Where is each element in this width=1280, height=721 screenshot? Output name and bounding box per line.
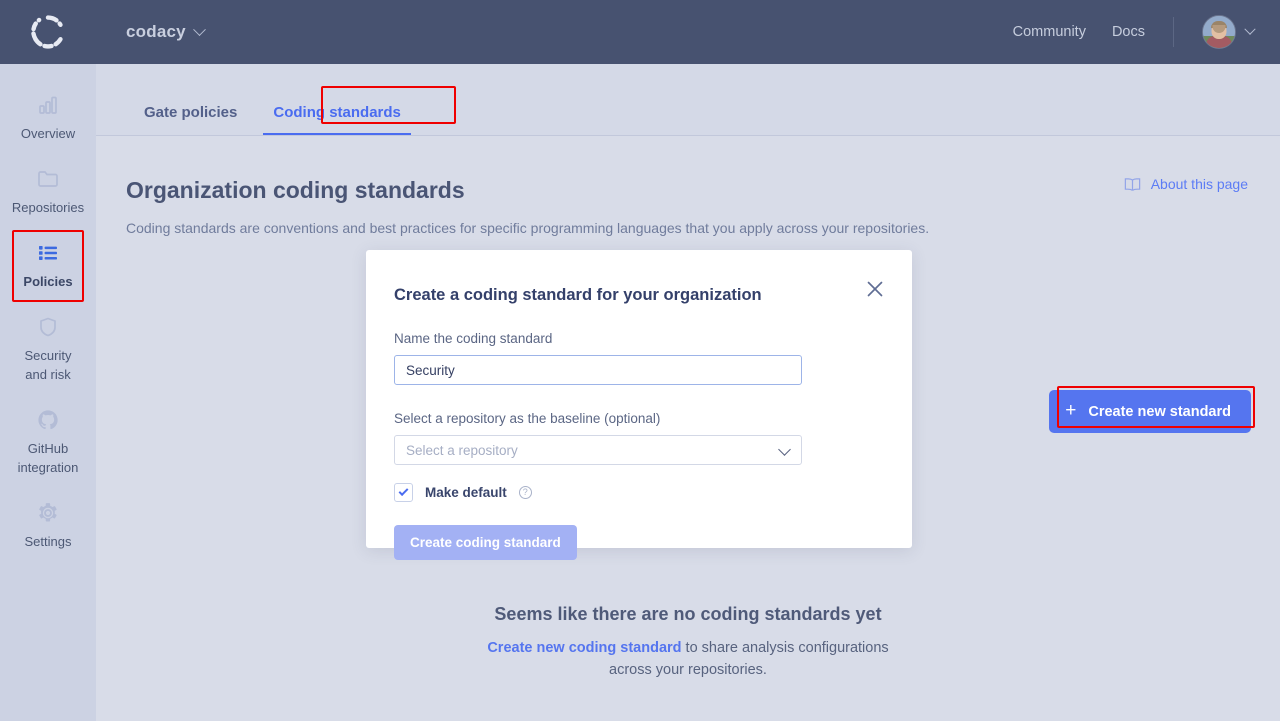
nav-divider — [1173, 17, 1174, 47]
create-new-coding-standard-link[interactable]: Create new coding standard — [487, 640, 681, 656]
sidebar-item-repositories[interactable]: Repositories — [0, 156, 96, 230]
sidebar-item-label: GitHub integration — [17, 441, 79, 475]
sidebar-item-label: Security and risk — [24, 348, 72, 382]
check-icon — [398, 486, 409, 497]
page-subtitle: Coding standards are conventions and bes… — [126, 220, 930, 236]
sidebar-item-overview[interactable]: Overview — [0, 82, 96, 156]
make-default-label: Make default — [425, 485, 507, 500]
app-root: codacy Community Docs Overview Repositor… — [0, 0, 1280, 721]
user-menu[interactable] — [1202, 15, 1256, 49]
shield-icon — [40, 317, 56, 337]
empty-state-subtitle: Create new coding standard to share anal… — [96, 637, 1280, 681]
book-icon — [1124, 177, 1140, 191]
empty-state-text-line2: across your repositories. — [609, 662, 767, 678]
help-circle-icon[interactable]: ? — [518, 486, 532, 499]
chevron-down-icon — [778, 443, 791, 456]
chevron-down-icon — [192, 22, 206, 36]
plus-icon: + — [1065, 400, 1077, 421]
sidebar-item-label: Policies — [23, 274, 73, 289]
sidebar-item-label: Repositories — [11, 200, 85, 215]
docs-link[interactable]: Docs — [1112, 24, 1145, 40]
tab-gate-policies[interactable]: Gate policies — [126, 104, 255, 135]
repository-select-placeholder: Select a repository — [406, 442, 518, 458]
sidebar-item-label: Settings — [24, 534, 72, 549]
list-icon — [39, 246, 57, 260]
organization-switcher[interactable]: codacy — [126, 22, 206, 42]
community-link[interactable]: Community — [1013, 24, 1086, 40]
create-new-standard-button[interactable]: + Create new standard — [1049, 390, 1251, 433]
chevron-down-icon — [1244, 23, 1256, 35]
create-coding-standard-submit-button[interactable]: Create coding standard — [394, 525, 577, 560]
repository-field-label: Select a repository as the baseline (opt… — [394, 411, 661, 426]
github-icon — [38, 410, 58, 430]
about-this-page-label: About this page — [1150, 176, 1248, 192]
top-right-nav: Community Docs — [1013, 15, 1280, 49]
page-title: Organization coding standards — [126, 177, 465, 203]
tab-coding-standards[interactable]: Coding standards — [255, 104, 419, 135]
top-navigation-bar: codacy Community Docs — [0, 0, 1280, 64]
sidebar-item-github-integration[interactable]: GitHub integration — [0, 397, 96, 490]
close-icon[interactable] — [864, 278, 886, 300]
name-field-label: Name the coding standard — [394, 331, 553, 346]
about-this-page-link[interactable]: About this page — [1124, 176, 1248, 192]
gear-icon — [39, 503, 57, 522]
make-default-row: Make default ? — [394, 483, 884, 502]
create-new-standard-label: Create new standard — [1088, 403, 1231, 420]
create-coding-standard-modal: Create a coding standard for your organi… — [366, 250, 912, 560]
sidebar-item-label: Overview — [20, 126, 76, 141]
sidebar: Overview Repositories Policies Security … — [0, 64, 96, 721]
empty-state-title: Seems like there are no coding standards… — [494, 604, 882, 624]
codacy-logo-icon — [31, 15, 63, 49]
sidebar-item-policies[interactable]: Policies — [0, 230, 96, 304]
empty-state-text-after: to share analysis configurations — [681, 640, 889, 656]
sidebar-item-security-and-risk[interactable]: Security and risk — [0, 304, 96, 397]
make-default-checkbox[interactable] — [394, 483, 413, 502]
tab-bar: Gate policies Coding standards — [96, 64, 1280, 136]
folder-icon — [38, 171, 58, 187]
avatar[interactable] — [1202, 15, 1236, 49]
organization-name: codacy — [126, 22, 186, 41]
bar-chart-icon — [39, 96, 57, 114]
coding-standard-name-input[interactable] — [394, 355, 802, 385]
repository-select[interactable]: Select a repository — [394, 435, 802, 465]
codacy-logo-link[interactable] — [0, 0, 96, 64]
modal-title: Create a coding standard for your organi… — [394, 286, 762, 304]
empty-state: Seems like there are no coding standards… — [96, 604, 1280, 681]
sidebar-item-settings[interactable]: Settings — [0, 490, 96, 564]
